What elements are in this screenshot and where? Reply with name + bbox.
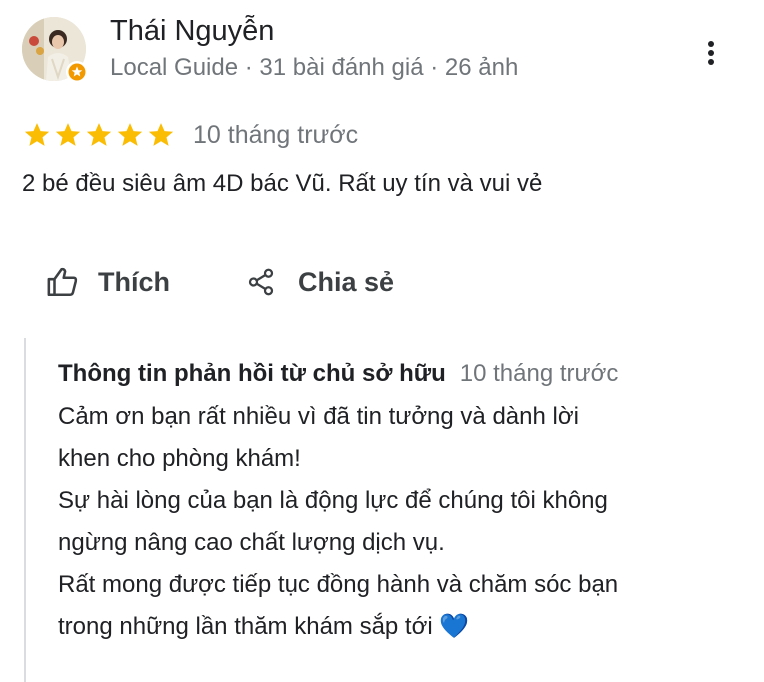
owner-reply-text: Cảm ơn bạn rất nhiều vì đã tin tưởng và … xyxy=(58,396,748,648)
star-icon xyxy=(117,123,143,146)
thumb-up-icon xyxy=(46,265,80,299)
share-icon xyxy=(244,265,278,299)
star-icon xyxy=(24,123,50,146)
owner-reply-line: khen cho phòng khám! xyxy=(58,445,301,472)
star-icon xyxy=(55,123,81,146)
owner-reply-header: Thông tin phản hồi từ chủ sở hữu 10 tháng… xyxy=(58,356,618,395)
owner-reply-line: Cảm ơn bạn rất nhiều vì đã tin tưởng và … xyxy=(58,403,579,430)
avatar[interactable] xyxy=(22,17,88,83)
review-time: 10 tháng trước xyxy=(193,121,359,149)
like-label: Thích xyxy=(98,267,170,297)
star-rating xyxy=(22,120,177,150)
star-icon xyxy=(148,123,174,146)
share-button[interactable]: Chia sẻ xyxy=(244,262,394,302)
author-meta: Local Guide · 31 bài đánh giá · 26 ảnh xyxy=(110,54,519,81)
more-options-button[interactable] xyxy=(696,36,726,70)
review-text: 2 bé đều siêu âm 4D bác Vũ. Rất uy tín v… xyxy=(22,170,543,197)
review-card: Thái Nguyễn Local Guide · 31 bài đánh gi… xyxy=(0,0,764,682)
share-label: Chia sẻ xyxy=(298,267,395,297)
star-icon xyxy=(86,123,112,146)
local-guide-badge-icon xyxy=(66,61,88,83)
owner-reply-time: 10 tháng trước xyxy=(459,360,619,387)
owner-reply-line: Sự hài lòng của bạn là động lực để chúng… xyxy=(58,487,608,514)
owner-reply-line: trong những lần thăm khám sắp tới 💙 xyxy=(58,613,470,640)
more-vert-icon xyxy=(708,41,714,65)
owner-reply: Thông tin phản hồi từ chủ sở hữu 10 tháng… xyxy=(24,338,746,682)
owner-reply-line: ngừng nâng cao chất lượng dịch vụ. xyxy=(58,529,445,556)
owner-reply-line: Rất mong được tiếp tục đồng hành và chăm… xyxy=(58,571,619,598)
author-name[interactable]: Thái Nguyễn xyxy=(110,12,274,50)
like-button[interactable]: Thích xyxy=(46,262,170,302)
owner-reply-title: Thông tin phản hồi từ chủ sở hữu xyxy=(58,360,446,387)
